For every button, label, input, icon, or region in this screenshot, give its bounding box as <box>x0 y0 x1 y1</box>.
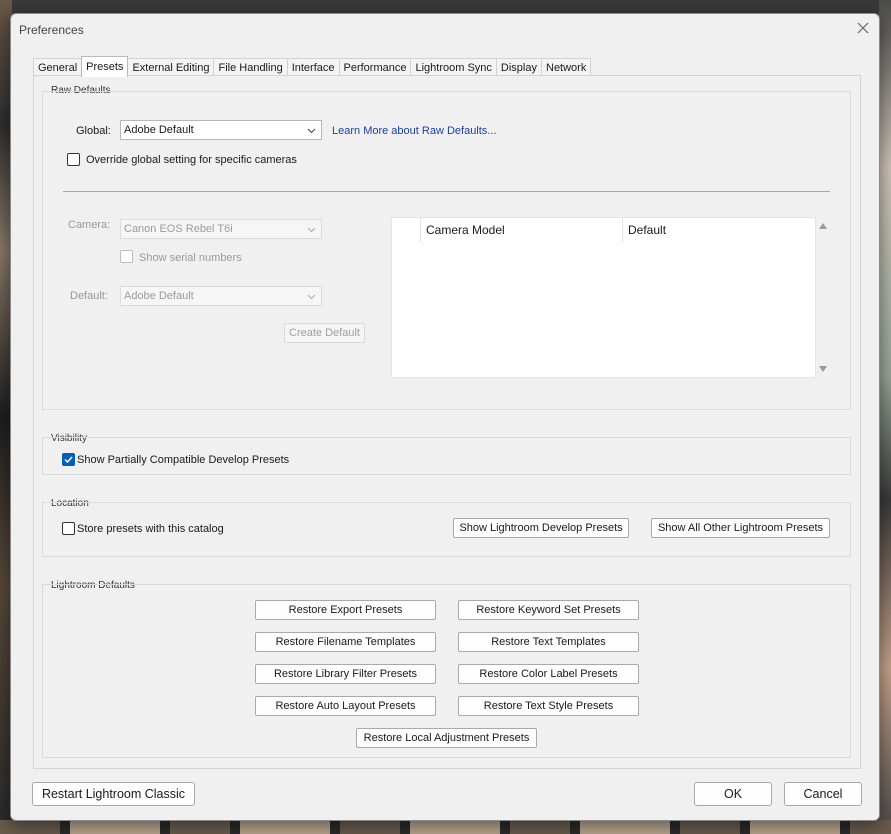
learn-more-raw-defaults-link[interactable]: Learn More about Raw Defaults... <box>332 125 496 137</box>
override-global-label: Override global setting for specific cam… <box>86 154 297 166</box>
chevron-down-icon <box>307 227 316 233</box>
scroll-down-icon[interactable] <box>818 365 828 373</box>
window-title: Preferences <box>19 23 84 37</box>
background-filmstrip <box>0 820 891 834</box>
table-header-blank <box>392 218 421 242</box>
divider <box>63 191 830 192</box>
table-header-camera-model[interactable]: Camera Model <box>421 218 623 242</box>
default-value: Adobe Default <box>124 290 194 302</box>
default-select[interactable]: Adobe Default <box>120 286 322 306</box>
default-label: Default: <box>70 290 108 302</box>
create-default-button[interactable]: Create Default <box>284 323 365 343</box>
chevron-down-icon <box>307 128 316 134</box>
camera-value: Canon EOS Rebel T6i <box>124 223 233 235</box>
restore-keyword-set-presets-button[interactable]: Restore Keyword Set Presets <box>458 600 639 620</box>
show-serial-checkbox[interactable] <box>120 250 133 263</box>
global-label: Global: <box>76 125 111 137</box>
background-photo-right <box>879 0 891 834</box>
store-with-catalog-label: Store presets with this catalog <box>77 523 224 535</box>
show-serial-label: Show serial numbers <box>139 252 242 264</box>
restore-text-style-presets-button[interactable]: Restore Text Style Presets <box>458 696 639 716</box>
camera-defaults-table: Camera Model Default <box>391 217 816 378</box>
chevron-down-icon <box>307 294 316 300</box>
scroll-up-icon[interactable] <box>818 222 828 230</box>
global-default-value: Adobe Default <box>124 124 194 136</box>
show-partial-checkbox[interactable] <box>62 453 75 466</box>
table-header-default[interactable]: Default <box>623 218 816 242</box>
override-global-checkbox[interactable] <box>67 153 80 166</box>
tab-bar: General Presets External Editing File Ha… <box>33 56 592 77</box>
tab-presets[interactable]: Presets <box>81 56 129 77</box>
global-default-select[interactable]: Adobe Default <box>120 120 322 140</box>
restore-text-templates-button[interactable]: Restore Text Templates <box>458 632 639 652</box>
restore-color-label-presets-button[interactable]: Restore Color Label Presets <box>458 664 639 684</box>
restore-local-adjustment-presets-button[interactable]: Restore Local Adjustment Presets <box>356 728 537 748</box>
title-bar: Preferences <box>11 14 879 44</box>
checkmark-icon <box>64 456 73 464</box>
restore-export-presets-button[interactable]: Restore Export Presets <box>255 600 436 620</box>
camera-label: Camera: <box>68 219 111 231</box>
camera-select[interactable]: Canon EOS Rebel T6i <box>120 219 322 239</box>
show-partial-label: Show Partially Compatible Develop Preset… <box>77 454 290 466</box>
restore-library-filter-presets-button[interactable]: Restore Library Filter Presets <box>255 664 436 684</box>
close-icon[interactable] <box>855 20 871 36</box>
show-other-presets-button[interactable]: Show All Other Lightroom Presets <box>651 518 830 538</box>
cancel-button[interactable]: Cancel <box>784 782 862 806</box>
store-with-catalog-checkbox[interactable] <box>62 522 75 535</box>
restore-filename-templates-button[interactable]: Restore Filename Templates <box>255 632 436 652</box>
restart-lightroom-button[interactable]: Restart Lightroom Classic <box>32 782 195 806</box>
show-develop-presets-button[interactable]: Show Lightroom Develop Presets <box>453 518 629 538</box>
ok-button[interactable]: OK <box>694 782 772 806</box>
preferences-dialog: Preferences General Presets External Edi… <box>10 13 880 821</box>
restore-auto-layout-presets-button[interactable]: Restore Auto Layout Presets <box>255 696 436 716</box>
